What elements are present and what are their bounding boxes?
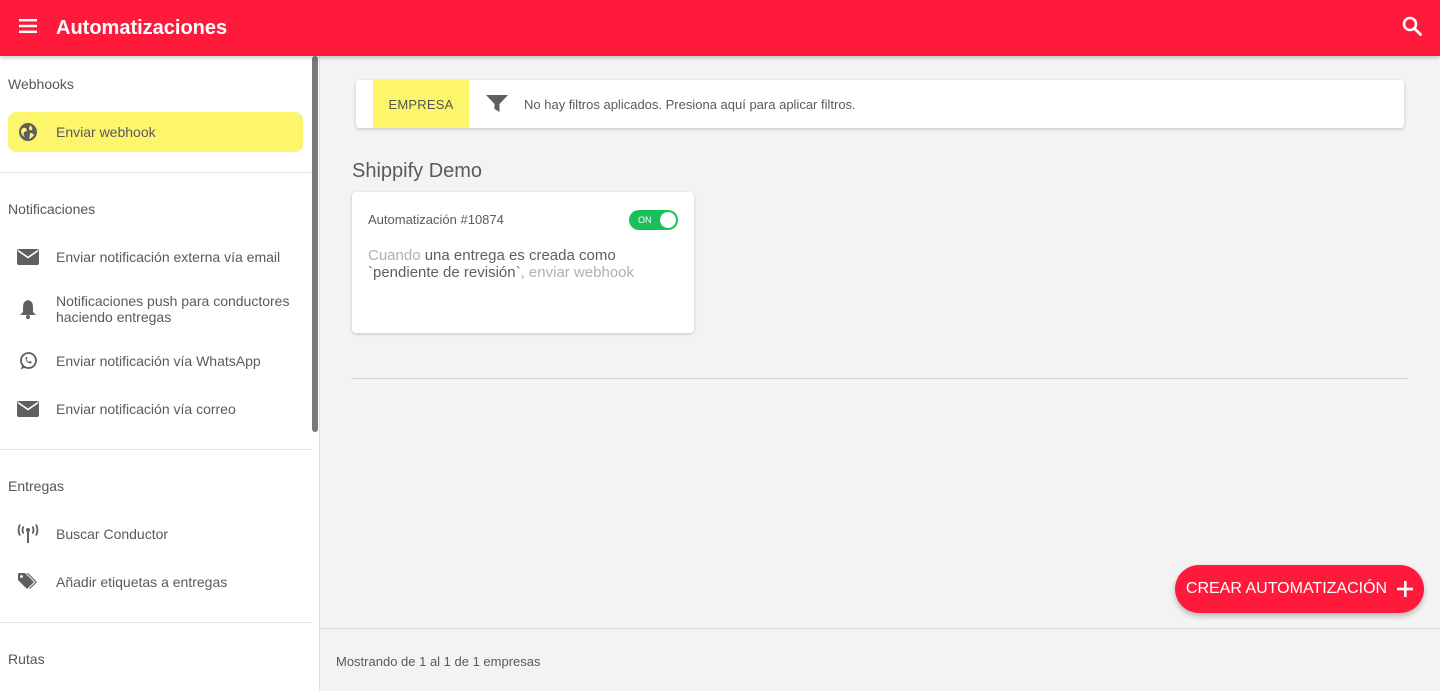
sidebar-item-label: Enviar notificación vía WhatsApp xyxy=(56,353,261,369)
whatsapp-icon xyxy=(8,351,48,371)
pagination-status: Mostrando de 1 al 1 de 1 empresas xyxy=(336,654,541,669)
sidebar-section-webhooks: Webhooks xyxy=(8,76,74,92)
menu-button[interactable] xyxy=(0,0,56,56)
search-icon xyxy=(1402,16,1422,41)
app-bar: Automatizaciones xyxy=(0,0,1440,56)
plus-icon xyxy=(1397,581,1414,597)
mail-icon xyxy=(8,401,48,417)
sidebar-item-notificacion-whatsapp[interactable]: Enviar notificación vía WhatsApp xyxy=(8,341,303,381)
automation-card[interactable]: Automatización #10874 ON Cuando una entr… xyxy=(352,192,694,333)
bell-icon xyxy=(8,299,48,319)
antenna-icon xyxy=(8,524,48,544)
automation-id: Automatización #10874 xyxy=(368,212,504,227)
sidebar-item-notificaciones-push[interactable]: Notificaciones push para conductores hac… xyxy=(8,289,303,329)
sidebar-item-label: Notificaciones push para conductores hac… xyxy=(56,293,290,325)
tags-icon xyxy=(8,572,48,592)
sidebar-section-rutas: Rutas xyxy=(8,651,45,667)
sidebar-scrollbar[interactable] xyxy=(312,56,318,432)
menu-icon xyxy=(19,18,37,39)
filter-bar[interactable]: EMPRESA No hay filtros aplicados. Presio… xyxy=(356,80,1404,128)
automation-description: Cuando una entrega es creada como `pendi… xyxy=(368,247,658,281)
sidebar-item-label: Buscar Conductor xyxy=(56,526,169,542)
sidebar-item-notificacion-correo[interactable]: Enviar notificación vía correo xyxy=(8,389,303,429)
mail-icon xyxy=(8,249,48,265)
sidebar-item-enviar-webhook[interactable]: Enviar webhook xyxy=(8,112,303,152)
globe-icon xyxy=(8,122,48,142)
toggle-label: ON xyxy=(638,215,652,225)
group-title: Shippify Demo xyxy=(352,160,483,182)
sidebar-item-notificacion-email-externa[interactable]: Enviar notificación externa vía email xyxy=(8,237,303,277)
sidebar-item-label: Enviar webhook xyxy=(56,124,156,140)
content-divider xyxy=(351,378,1408,379)
sidebar-divider xyxy=(0,449,311,450)
footer-divider xyxy=(320,628,1440,629)
empresa-filter-chip[interactable]: EMPRESA xyxy=(373,80,469,128)
automation-toggle[interactable]: ON xyxy=(629,210,678,230)
sidebar-item-label: Añadir etiquetas a entregas xyxy=(56,574,228,590)
create-automation-button[interactable]: CREAR AUTOMATIZACIÓN xyxy=(1175,565,1424,613)
toggle-knob xyxy=(660,212,676,228)
filter-icon xyxy=(486,95,508,113)
sidebar-item-label: Enviar notificación vía correo xyxy=(56,401,236,417)
sidebar-section-entregas: Entregas xyxy=(8,478,65,494)
sidebar-item-label: Enviar notificación externa vía email xyxy=(56,249,281,265)
sidebar-item-anadir-etiquetas[interactable]: Añadir etiquetas a entregas xyxy=(8,562,303,602)
sidebar-section-notificaciones: Notificaciones xyxy=(8,201,96,217)
create-automation-label: CREAR AUTOMATIZACIÓN xyxy=(1185,580,1388,597)
page-title: Automatizaciones xyxy=(56,16,228,39)
sidebar-item-buscar-conductor[interactable]: Buscar Conductor xyxy=(8,514,303,554)
sidebar: Webhooks Enviar webhook Notificaciones E… xyxy=(0,56,320,691)
search-button[interactable] xyxy=(1398,14,1426,42)
sidebar-divider xyxy=(0,172,311,173)
filter-status-text: No hay filtros aplicados. Presiona aquí … xyxy=(524,96,856,112)
desc-action: , enviar webhook xyxy=(520,264,634,281)
desc-when: Cuando xyxy=(368,247,421,264)
sidebar-divider xyxy=(0,622,311,623)
